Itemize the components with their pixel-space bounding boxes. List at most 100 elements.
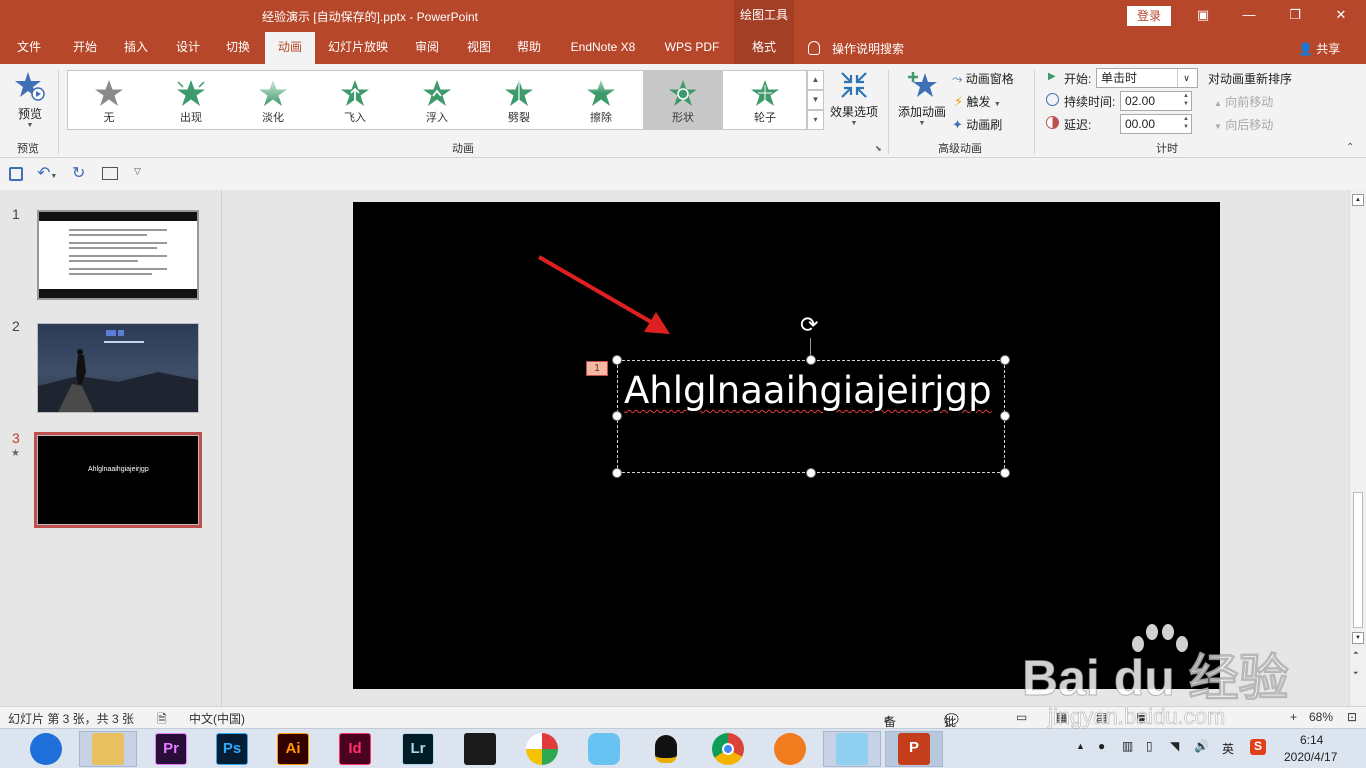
animation-fly-in[interactable]: 飞入 xyxy=(315,71,395,129)
tab-help[interactable]: 帮助 xyxy=(506,32,552,64)
resize-handle[interactable] xyxy=(612,468,622,478)
video-editor-icon[interactable] xyxy=(464,733,496,765)
save-icon[interactable] xyxy=(9,167,23,181)
normal-view-icon[interactable]: ▭ xyxy=(1016,710,1027,724)
resize-handle[interactable] xyxy=(806,468,816,478)
ime-indicator[interactable]: 英 xyxy=(1222,740,1234,757)
powerpoint-icon[interactable]: P xyxy=(898,733,930,765)
delay-stepper[interactable]: 00.00 ▲ ▼ xyxy=(1120,114,1192,134)
tab-format[interactable]: 格式 xyxy=(734,32,794,64)
tab-review[interactable]: 审阅 xyxy=(404,32,450,64)
collapse-ribbon-icon[interactable]: ⌃ xyxy=(1346,142,1354,153)
scroll-up-icon[interactable]: ▲ xyxy=(1352,194,1364,206)
tab-view[interactable]: 视图 xyxy=(456,32,502,64)
tab-transitions[interactable]: 切换 xyxy=(214,32,262,64)
animation-wheel[interactable]: 轮子 xyxy=(725,71,805,129)
animation-shape[interactable]: 形状 xyxy=(643,71,723,129)
resize-handle[interactable] xyxy=(612,411,622,421)
effect-options-button[interactable]: 效果选项 ▼ xyxy=(828,70,880,136)
zoom-in-icon[interactable]: + xyxy=(1290,710,1297,724)
selected-textbox[interactable]: Ahlglnaaihgiajeirjgp xyxy=(617,360,1005,473)
language-label[interactable]: 中文(中国) xyxy=(189,710,245,727)
photoshop-icon[interactable]: Ps xyxy=(216,733,248,765)
slide-thumbnail-3[interactable]: Ahlglnaaihgiajeirjgp xyxy=(34,432,202,528)
animation-painter-button[interactable]: ✦ 动画刷 xyxy=(952,116,1002,134)
chat-app-icon[interactable] xyxy=(588,733,620,765)
network-icon[interactable]: ▥ xyxy=(1122,739,1133,753)
resize-handle[interactable] xyxy=(1000,468,1010,478)
slide-canvas[interactable]: 1 Ahlglnaaihgiajeirjgp ⟳ xyxy=(353,202,1220,689)
animation-float-in[interactable]: 浮入 xyxy=(397,71,477,129)
indesign-icon[interactable]: Id xyxy=(339,733,371,765)
lightroom-icon[interactable]: Lr xyxy=(402,733,434,765)
browser-icon[interactable] xyxy=(30,733,62,765)
clock-time[interactable]: 6:14 xyxy=(1300,733,1323,747)
illustrator-icon[interactable]: Ai xyxy=(277,733,309,765)
gallery-more-icon[interactable]: ▾ xyxy=(807,110,824,130)
animation-none[interactable]: 无 xyxy=(69,71,149,129)
slide-thumbnail-1[interactable] xyxy=(37,210,199,300)
wifi-icon[interactable]: ◥ xyxy=(1170,739,1179,753)
slide-thumbnail-2[interactable] xyxy=(37,323,199,413)
notepad-icon[interactable] xyxy=(836,733,868,765)
next-slide-icon[interactable]: ⏷ xyxy=(1353,670,1359,678)
move-later-button[interactable]: ▼ 向后移动 xyxy=(1214,116,1273,133)
trigger-button[interactable]: ⚡ 触发 ▼ xyxy=(954,93,1001,111)
customize-qat-icon[interactable]: ▽ xyxy=(134,166,141,177)
animation-fade[interactable]: 淡化 xyxy=(233,71,313,129)
tab-home[interactable]: 开始 xyxy=(60,32,110,64)
zoom-level[interactable]: 68% xyxy=(1309,710,1333,724)
scroll-thumb[interactable] xyxy=(1353,492,1363,628)
login-button[interactable]: 登录 xyxy=(1127,6,1171,26)
tab-endnote[interactable]: EndNote X8 xyxy=(560,32,646,64)
chrome-icon[interactable] xyxy=(712,733,744,765)
tab-file[interactable]: 文件 xyxy=(6,32,52,64)
dialog-launcher-icon[interactable]: ⬊ xyxy=(875,144,882,153)
animation-appear[interactable]: 出现 xyxy=(151,71,231,129)
add-animation-button[interactable]: 添加动画 ▼ xyxy=(896,70,948,136)
premiere-icon[interactable]: Pr xyxy=(155,733,187,765)
rotate-handle-icon[interactable]: ⟳ xyxy=(800,314,818,336)
move-earlier-button[interactable]: ▲ 向前移动 xyxy=(1214,93,1273,110)
animation-wipe[interactable]: 擦除 xyxy=(561,71,641,129)
minimize-icon[interactable]: — xyxy=(1226,0,1272,32)
tab-design[interactable]: 设计 xyxy=(164,32,212,64)
tell-me-search[interactable]: 操作说明搜索 xyxy=(808,40,904,57)
vertical-scrollbar[interactable]: ▲ ▼ ⏶ ⏷ xyxy=(1349,190,1366,706)
sogou-icon[interactable]: S xyxy=(1250,739,1266,755)
resize-handle[interactable] xyxy=(1000,411,1010,421)
ribbon-display-options-icon[interactable]: ▣ xyxy=(1180,0,1226,32)
resize-handle[interactable] xyxy=(1000,355,1010,365)
animation-pane-button[interactable]: ⤳ 动画窗格 xyxy=(952,70,1014,88)
tab-wps-pdf[interactable]: WPS PDF xyxy=(656,32,728,64)
app-orange-icon[interactable] xyxy=(774,733,806,765)
textbox-text[interactable]: Ahlglnaaihgiajeirjgp xyxy=(624,369,992,412)
preview-button[interactable]: 预览 ▼ xyxy=(10,70,50,132)
volume-icon[interactable]: 🔊 xyxy=(1194,739,1209,753)
close-icon[interactable]: ✕ xyxy=(1318,0,1364,32)
slideshow-view-icon[interactable]: ▣ xyxy=(1136,710,1147,724)
tab-slideshow[interactable]: 幻灯片放映 xyxy=(320,32,396,64)
stepper-arrows-icon[interactable]: ▲ ▼ xyxy=(1183,115,1189,131)
file-explorer-icon[interactable] xyxy=(92,733,124,765)
battery-icon[interactable]: ▯ xyxy=(1146,739,1153,753)
resize-handle[interactable] xyxy=(806,355,816,365)
undo-icon[interactable]: ↶▼ xyxy=(37,163,57,183)
tab-animations[interactable]: 动画 xyxy=(265,32,315,64)
present-from-start-icon[interactable] xyxy=(102,167,118,180)
gallery-down-icon[interactable]: ▼ xyxy=(807,90,824,110)
tray-expand-icon[interactable]: ▲ xyxy=(1076,741,1085,751)
app-icon[interactable] xyxy=(526,733,558,765)
redo-icon[interactable]: ↻ xyxy=(72,163,85,183)
duration-stepper[interactable]: 02.00 ▲ ▼ xyxy=(1120,91,1192,111)
previous-slide-icon[interactable]: ⏶ xyxy=(1353,650,1359,658)
qq-tray-icon[interactable]: ● xyxy=(1098,739,1105,753)
share-button[interactable]: 👤 共享 xyxy=(1298,40,1340,57)
stepper-arrows-icon[interactable]: ▲ ▼ xyxy=(1183,92,1189,108)
gallery-up-icon[interactable]: ▲ xyxy=(807,70,824,90)
scroll-down-icon[interactable]: ▼ xyxy=(1352,632,1364,644)
animation-split[interactable]: 劈裂 xyxy=(479,71,559,129)
clock-date[interactable]: 2020/4/17 xyxy=(1284,750,1337,764)
slide-sorter-icon[interactable]: ▦ xyxy=(1056,710,1067,724)
reading-view-icon[interactable]: ▤ xyxy=(1096,710,1107,724)
